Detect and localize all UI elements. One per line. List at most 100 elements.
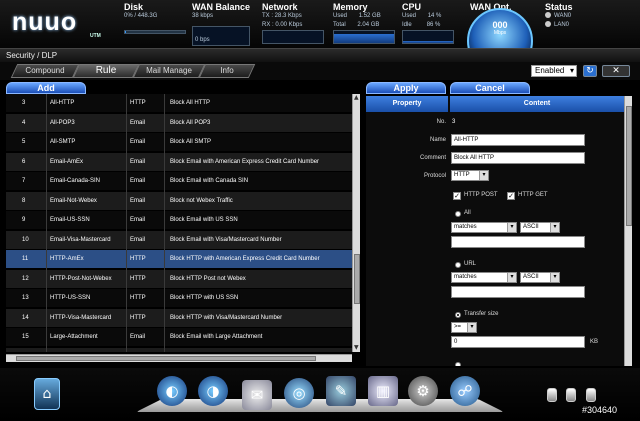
rule-number: 12	[22, 275, 29, 282]
firewall-icon[interactable]: ◑	[198, 376, 228, 406]
globe-icon[interactable]: ◐	[157, 376, 187, 406]
settings-gear-icon[interactable]: ⚙	[408, 376, 438, 406]
restart-icon[interactable]	[566, 388, 576, 402]
all-encoding-select[interactable]: ASCII ▾	[520, 222, 560, 233]
refresh-icon[interactable]: ↻	[583, 65, 597, 77]
scroll-up-icon[interactable]: ▲	[354, 94, 359, 102]
http-get-checkbox[interactable]: ✓	[507, 192, 515, 200]
name-field[interactable]: All-HTTP	[451, 134, 585, 146]
all-match-value: matches	[454, 224, 477, 230]
close-icon[interactable]: ✕	[602, 65, 630, 77]
comment-label: Comment	[419, 155, 446, 161]
table-row[interactable]: 3 All-HTTP HTTP Block All HTTP	[6, 94, 360, 112]
protocol-select-value: HTTP	[454, 172, 470, 178]
rule-comment: Block Email with Canada SIN	[170, 178, 249, 184]
more-option-radio[interactable]	[455, 362, 461, 366]
disk-usage: 0% / 448.3G	[124, 13, 158, 19]
http-post-checkbox[interactable]: ✓	[453, 192, 461, 200]
dock	[0, 368, 640, 421]
transfer-operator-select[interactable]: >= ▾	[451, 322, 477, 333]
url-encoding-value: ASCII	[523, 274, 539, 280]
table-row[interactable]: 10 Email-Visa-Mastercard Email Block Email …	[6, 230, 360, 249]
url-radio[interactable]	[455, 262, 461, 268]
all-match-select[interactable]: matches ▾	[451, 222, 517, 233]
tab-rule[interactable]: Rule	[72, 64, 140, 78]
rule-protocol: Email	[130, 178, 146, 184]
rule-protocol: HTTP	[130, 295, 146, 301]
tools-icon[interactable]: ✎	[326, 376, 356, 406]
report-chart-icon[interactable]: ▥	[368, 376, 398, 406]
rule-comment: Block All HTTP	[170, 100, 211, 106]
mail-security-icon[interactable]: ✉	[242, 380, 272, 410]
rule-number: 9	[22, 217, 26, 223]
logout-icon[interactable]	[586, 388, 596, 402]
table-row[interactable]: 4 All-POP3 Email Block All POP3	[6, 113, 360, 132]
network-users-icon[interactable]: ☍	[450, 376, 480, 406]
url-match-select[interactable]: matches ▾	[451, 272, 517, 283]
property-header: Property	[366, 96, 448, 112]
cpu-graph	[402, 30, 454, 44]
rule-comment: Block Email with Large Attachment	[170, 334, 263, 340]
rule-name: Large-Attachment	[50, 334, 98, 340]
table-row[interactable]: 16 Large-FTP-PutFTP Block Large FTP Put	[6, 347, 360, 352]
disk-bar	[124, 30, 186, 34]
rule-number: 7	[22, 178, 26, 184]
power-icon[interactable]	[547, 388, 557, 402]
wan-led-icon	[545, 12, 551, 19]
rule-number: 11	[22, 256, 29, 262]
wan-balance-title: WAN Balance	[192, 2, 251, 12]
wan-balance-rate-bottom: 0 bps	[195, 37, 210, 43]
table-horizontal-scrollbar[interactable]	[6, 354, 352, 362]
rule-name: Email-Canada-SIN	[50, 178, 101, 184]
mode-select[interactable]: Enabled	[531, 65, 577, 77]
scroll-down-icon[interactable]: ▼	[354, 344, 359, 352]
comment-field[interactable]: Block All HTTP	[451, 152, 585, 164]
protocol-select[interactable]: HTTP ▾	[451, 170, 489, 181]
transfer-size-field[interactable]: 0	[451, 336, 585, 348]
apply-button[interactable]: Apply	[366, 82, 446, 94]
rule-number: 4	[22, 119, 26, 126]
table-row[interactable]: 15 Large-Attachment Email Block Email with …	[6, 328, 360, 346]
table-hscroll-thumb[interactable]	[16, 356, 316, 361]
all-radio[interactable]	[455, 211, 461, 217]
network-title: Network	[262, 2, 298, 12]
table-row[interactable]: 9 Email-US-SSN Email Block Email with US SS…	[6, 211, 360, 229]
wireless-icon[interactable]: ◎	[284, 378, 314, 408]
property-scrollbar[interactable]	[624, 96, 632, 366]
tab-info[interactable]: Info	[198, 64, 256, 78]
table-row[interactable]: 5 All-SMTP Email Block All SMTP	[6, 133, 360, 151]
transfer-size-radio[interactable]	[455, 312, 461, 318]
cancel-button[interactable]: Cancel	[450, 82, 530, 94]
table-scroll-thumb[interactable]	[354, 254, 360, 304]
table-row[interactable]: 7 Email-Canada-SIN Email Block Email with C…	[6, 172, 360, 190]
rule-protocol: HTTP	[130, 314, 146, 321]
rule-name: All-POP3	[50, 119, 75, 126]
home-icon[interactable]: ⌂	[34, 378, 60, 410]
table-row[interactable]: 13 HTTP-US-SSN HTTP Block HTTP with US SSN	[6, 289, 360, 307]
rule-comment: Block Email with US SSN	[170, 217, 238, 223]
table-row[interactable]: 8 Email-Not-Webex Email Block not Webex Tra…	[6, 191, 360, 210]
property-scroll-thumb[interactable]	[626, 106, 632, 226]
table-row[interactable]: 12 HTTP-Post-Not-Webex HTTP Block HTTP Post…	[6, 269, 360, 288]
rule-number: 14	[22, 314, 29, 321]
title-bar: Security / DLP	[0, 48, 640, 62]
tab-mail-manage[interactable]: Mail Manage	[132, 64, 206, 78]
cpu-idle-value: 86 %	[426, 22, 441, 28]
table-row[interactable]: 11 HTTP-AmEx HTTP Block HTTP with American …	[6, 250, 360, 268]
name-label: Name	[429, 137, 446, 143]
image-id-label: #304640	[582, 405, 618, 415]
add-button[interactable]: Add	[6, 82, 86, 94]
rule-comment: Block Email with Visa/Mastercard Number	[170, 236, 282, 243]
network-graph	[262, 30, 324, 44]
table-vertical-scrollbar[interactable]: ▲ ▼	[352, 94, 360, 352]
rule-comment: Block Email with American Express Credit…	[170, 158, 320, 165]
all-pattern-field[interactable]	[451, 236, 585, 248]
table-row[interactable]: 14 HTTP-Visa-Mastercard HTTP Block HTTP wit…	[6, 308, 360, 327]
url-encoding-select[interactable]: ASCII ▾	[520, 272, 560, 283]
memory-total-value: 2.04 GB	[357, 22, 380, 28]
tab-compound[interactable]: Compound	[10, 64, 80, 78]
url-pattern-field[interactable]	[451, 286, 585, 298]
rule-number: 13	[22, 295, 29, 301]
table-row[interactable]: 6 Email-AmEx Email Block Email with America…	[6, 152, 360, 171]
network-tx: TX : 28.3 Kbps	[262, 13, 302, 19]
